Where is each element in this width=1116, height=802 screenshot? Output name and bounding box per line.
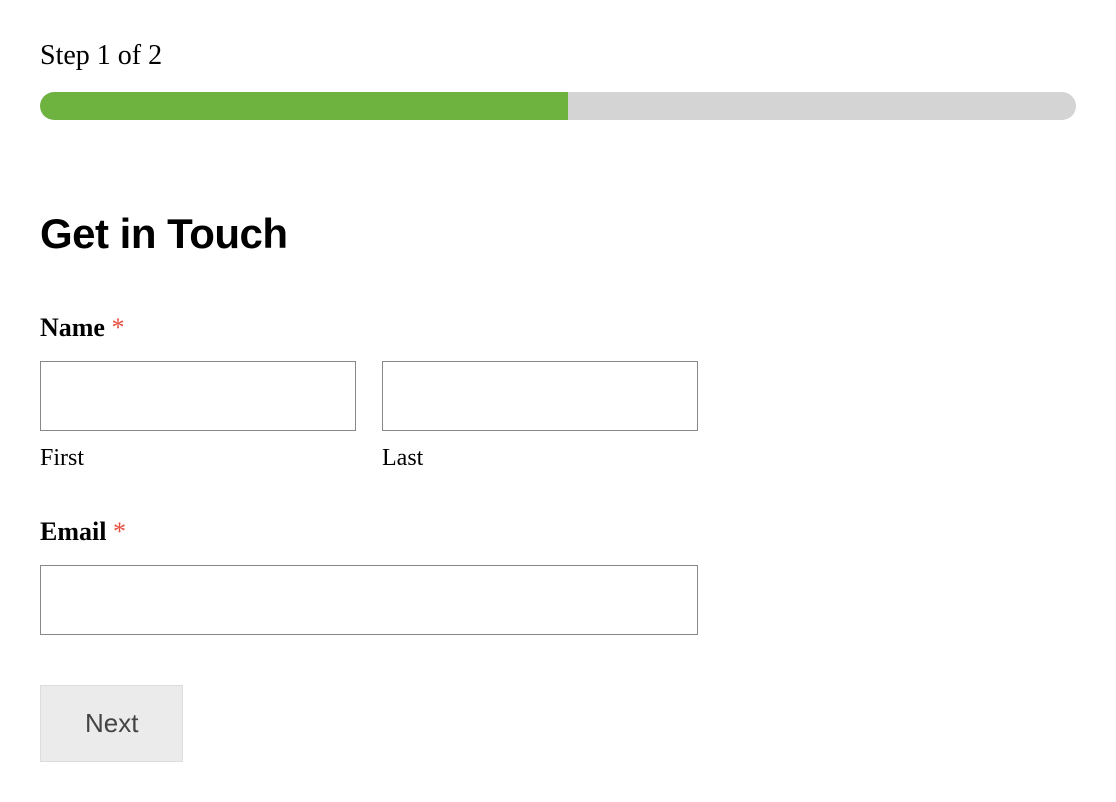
name-field-group: Name * First Last	[40, 313, 1076, 472]
step-label: Step 1 of 2	[40, 40, 1076, 72]
email-label-text: Email	[40, 517, 106, 546]
progress-bar	[40, 92, 1076, 120]
required-asterisk: *	[111, 313, 124, 342]
name-label: Name *	[40, 313, 1076, 343]
last-name-sublabel: Last	[382, 445, 698, 472]
next-button[interactable]: Next	[40, 685, 183, 762]
first-name-wrapper: First	[40, 361, 356, 472]
first-name-sublabel: First	[40, 445, 356, 472]
email-input[interactable]	[40, 565, 698, 635]
form-title: Get in Touch	[40, 210, 1076, 258]
required-asterisk: *	[113, 517, 126, 546]
last-name-wrapper: Last	[382, 361, 698, 472]
progress-fill	[40, 92, 568, 120]
email-field-group: Email *	[40, 517, 1076, 635]
first-name-input[interactable]	[40, 361, 356, 431]
email-label: Email *	[40, 517, 1076, 547]
name-label-text: Name	[40, 313, 105, 342]
name-fields-row: First Last	[40, 361, 1076, 472]
last-name-input[interactable]	[382, 361, 698, 431]
